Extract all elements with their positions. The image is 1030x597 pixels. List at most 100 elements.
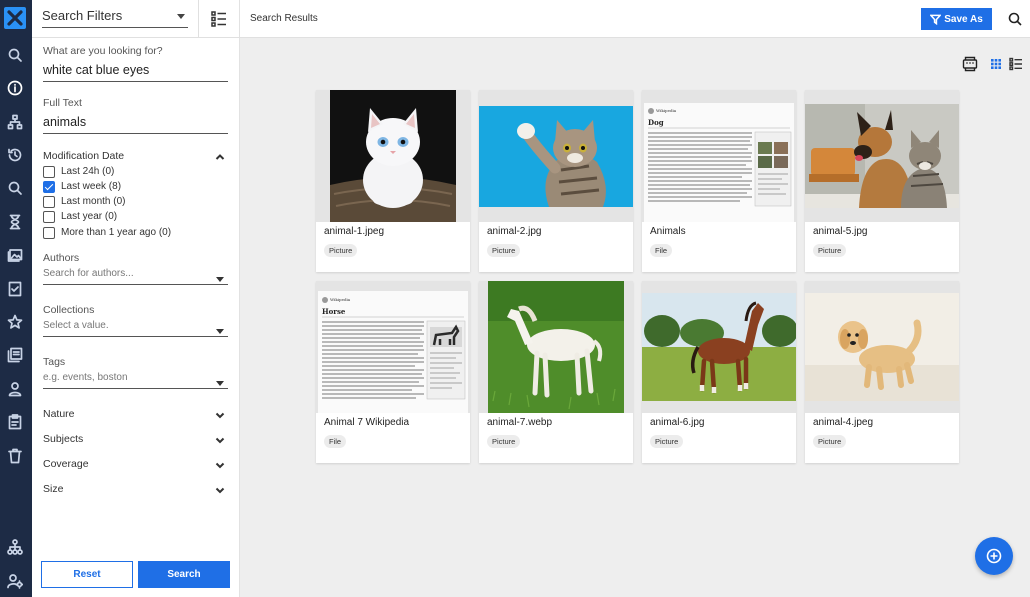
looking-for-label: What are you looking for? [43,45,163,57]
result-name[interactable]: animal-7.webp [487,417,552,428]
search-icon[interactable] [5,178,25,198]
history-icon[interactable] [5,145,25,165]
checkbox[interactable] [43,195,55,208]
filter-type-label: Search Filters [42,8,123,23]
checkbox[interactable] [43,165,55,178]
hierarchy-icon[interactable] [5,112,25,132]
checklist-icon[interactable] [5,279,25,299]
chevron-up-icon[interactable] [215,150,225,160]
chevron-down-icon[interactable] [215,408,225,419]
user-icon[interactable] [5,379,25,399]
type-badge: File [650,244,673,257]
doc-heading: Dog [648,118,664,127]
date-option-last-year[interactable]: Last year (0) [43,210,117,223]
chevron-down-icon[interactable] [215,483,225,494]
checkbox[interactable] [43,210,55,223]
tags-input[interactable]: e.g. events, boston [43,372,228,389]
size-section[interactable]: Size [43,483,63,495]
logo-icon[interactable] [4,7,26,29]
type-badge: Picture [813,244,847,257]
user-settings-icon[interactable] [5,571,25,591]
result-card[interactable]: animal-6.jpg Picture [642,281,796,463]
thumbnail[interactable] [479,90,633,222]
result-card[interactable]: Wikipedia Dog Animals File [642,90,796,272]
trash-icon[interactable] [5,446,25,466]
thumbnail[interactable]: Wikipedia Dog [642,90,796,222]
result-name[interactable]: animal-1.jpeg [324,226,384,237]
subjects-section[interactable]: Subjects [43,433,83,445]
result-name[interactable]: animal-4.jpeg [813,417,873,428]
clipboard-icon[interactable] [5,412,25,432]
caret-down-icon [216,277,224,282]
save-as-button[interactable]: Save As [921,8,992,30]
date-option-older[interactable]: More than 1 year ago (0) [43,226,171,239]
date-option-last-24h[interactable]: Last 24h (0) [43,165,114,178]
white-foal-image [479,281,633,413]
chevron-down-icon[interactable] [215,458,225,469]
result-card[interactable]: animal-4.jpeg Picture [805,281,959,463]
filter-type-select[interactable]: Search Filters [42,8,188,28]
result-name[interactable]: Animals [650,226,686,237]
filter-panel-header: Search Filters [32,0,240,38]
result-name[interactable]: animal-5.jpg [813,226,867,237]
result-card[interactable]: animal-7.webp Picture [479,281,633,463]
tags-placeholder: e.g. events, boston [43,372,128,383]
thumbnail[interactable]: Wikipedia Horse [316,281,470,413]
type-badge: Picture [650,435,684,448]
hourglass-icon[interactable] [5,212,25,232]
gallery-icon[interactable] [5,245,25,265]
checkbox-label: Last week (8) [61,181,122,192]
filter-save-icon [930,14,942,25]
reset-button[interactable]: Reset [41,561,133,588]
type-badge: Picture [813,435,847,448]
checkbox-checked[interactable] [43,180,55,193]
list-view-icon[interactable] [210,10,228,28]
search-icon[interactable] [1007,11,1023,27]
thumbnail[interactable] [805,90,959,222]
info-icon[interactable] [5,78,25,98]
checkbox[interactable] [43,226,55,239]
star-icon[interactable] [5,312,25,332]
result-card[interactable]: animal-1.jpeg Picture [316,90,470,272]
list-view-icon[interactable] [1008,56,1024,72]
checkbox-label: Last month (0) [61,196,126,207]
search-button[interactable]: Search [138,561,230,588]
collections-icon[interactable] [5,345,25,365]
nature-section[interactable]: Nature [43,408,75,420]
export-csv-icon[interactable] [962,56,978,72]
date-option-last-month[interactable]: Last month (0) [43,195,125,208]
search-icon[interactable] [5,45,25,65]
type-badge: File [324,435,347,448]
collections-label: Collections [43,304,95,316]
add-circle-icon [986,548,1002,564]
add-button[interactable] [975,537,1013,575]
doc-heading: Horse [322,307,346,316]
result-card[interactable]: Wikipedia Horse Animal 7 Wikipedia File [316,281,470,463]
coverage-section[interactable]: Coverage [43,458,89,470]
tags-label: Tags [43,356,66,368]
result-name[interactable]: Animal 7 Wikipedia [324,417,409,428]
thumbnail[interactable] [805,281,959,413]
collections-select[interactable]: Select a value. [43,320,228,337]
looking-for-input[interactable]: white cat blue eyes [43,63,228,82]
grid-view-icon[interactable] [988,56,1004,72]
result-name[interactable]: animal-6.jpg [650,417,704,428]
type-badge: Picture [487,244,521,257]
full-text-label: Full Text [43,97,82,109]
checkbox-label: More than 1 year ago (0) [61,227,172,238]
caret-down-icon [177,14,185,19]
thumbnail[interactable] [316,90,470,222]
page-title: Search Results [250,13,318,24]
sitemap-icon[interactable] [5,537,25,557]
chevron-down-icon[interactable] [215,433,225,444]
document-preview: Wikipedia Dog [642,90,796,222]
thumbnail[interactable] [479,281,633,413]
authors-input[interactable]: Search for authors... [43,268,228,285]
result-card[interactable]: animal-5.jpg Picture [805,90,959,272]
result-name[interactable]: animal-2.jpg [487,226,541,237]
thumbnail[interactable] [642,281,796,413]
date-option-last-week[interactable]: Last week (8) [43,180,121,193]
document-preview: Wikipedia Horse [316,281,470,413]
full-text-input[interactable]: animals [43,115,228,134]
result-card[interactable]: animal-2.jpg Picture [479,90,633,272]
